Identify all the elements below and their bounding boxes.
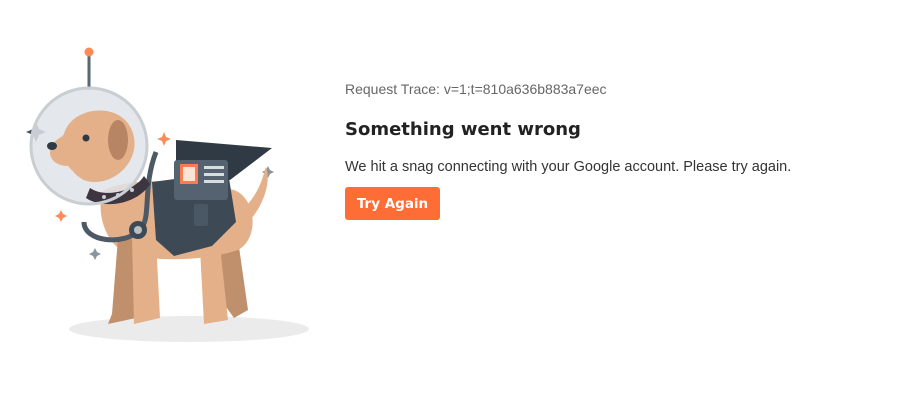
request-trace: Request Trace: v=1;t=810a636b883a7eec bbox=[345, 81, 607, 97]
error-page: Request Trace: v=1;t=810a636b883a7eec So… bbox=[0, 0, 899, 395]
astronaut-dog-icon bbox=[26, 47, 309, 342]
error-title: Something went wrong bbox=[345, 119, 581, 140]
error-message: We hit a snag connecting with your Googl… bbox=[345, 159, 792, 175]
error-content: Request Trace: v=1;t=810a636b883a7eec So… bbox=[345, 79, 885, 220]
try-again-button[interactable]: Try Again bbox=[345, 187, 440, 220]
